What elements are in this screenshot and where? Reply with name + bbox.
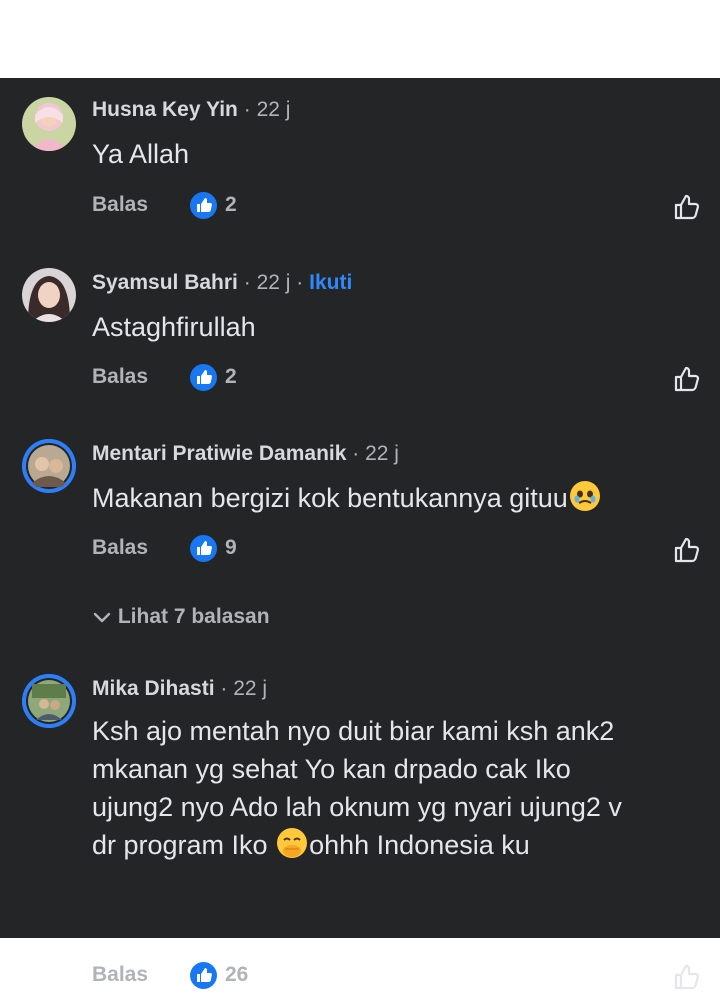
chevron-down-icon — [93, 612, 111, 623]
comment-header: Mentari Pratiwie Damanik · 22 j — [92, 442, 399, 465]
reaction-summary[interactable]: 2 — [190, 362, 237, 392]
view-replies-label: Lihat 7 balasan — [117, 605, 270, 628]
comment-actions: Balas 2 — [92, 190, 702, 220]
comment-actions: Balas 2 — [92, 362, 702, 392]
author-name[interactable]: Mentari Pratiwie Damanik — [92, 442, 346, 465]
view-replies-link[interactable]: Lihat 7 balasan — [92, 602, 270, 632]
face-with-hand-over-mouth-icon — [277, 828, 308, 858]
comments-panel: Husna Key Yin · 22 j Ya Allah Balas 2 Sy… — [0, 78, 720, 990]
comment-text: Ksh ajo mentah nyo duit biar kami ksh an… — [92, 716, 622, 860]
comment-header: Mika Dihasti · 22 j — [92, 677, 268, 700]
comment-header: Husna Key Yin · 22 j — [92, 98, 291, 121]
timestamp[interactable]: 22 j — [233, 677, 267, 700]
comment-text: Makanan bergizi kok bentukannya gituu — [92, 479, 692, 517]
comment-actions: Balas 26 — [92, 960, 702, 990]
thumbs-up-icon — [190, 534, 217, 562]
like-button-icon[interactable] — [672, 192, 702, 222]
like-button-icon[interactable] — [672, 364, 702, 394]
avatar[interactable] — [22, 268, 76, 322]
like-count: 26 — [225, 963, 249, 986]
comment-text: Ya Allah — [92, 139, 190, 169]
reply-button[interactable]: Balas — [92, 533, 148, 563]
thumbs-up-icon — [190, 191, 217, 219]
reaction-summary[interactable]: 9 — [190, 533, 237, 563]
thumbs-up-icon — [190, 961, 217, 989]
timestamp[interactable]: 22 j — [365, 442, 399, 465]
timestamp[interactable]: 22 j — [257, 271, 291, 294]
reply-button[interactable]: Balas — [92, 362, 148, 392]
top-blank-area — [0, 0, 720, 78]
author-name[interactable]: Mika Dihasti — [92, 677, 215, 700]
comment-header: Syamsul Bahri · 22 j · Ikuti — [92, 271, 353, 294]
timestamp[interactable]: 22 j — [257, 98, 291, 121]
comment-actions: Balas 9 — [92, 533, 702, 563]
avatar[interactable] — [22, 97, 76, 151]
like-button-icon[interactable] — [672, 535, 702, 565]
reaction-summary[interactable]: 26 — [190, 960, 248, 990]
like-count: 2 — [225, 365, 237, 388]
thumbs-up-icon — [190, 363, 217, 391]
reply-button[interactable]: Balas — [92, 190, 148, 220]
author-name[interactable]: Syamsul Bahri — [92, 271, 238, 294]
like-count: 2 — [225, 193, 237, 216]
face-holding-back-tears-icon — [569, 481, 600, 511]
comment-text: Astaghfirullah — [92, 312, 256, 342]
reaction-summary[interactable]: 2 — [190, 190, 237, 220]
like-button-icon[interactable] — [672, 962, 702, 992]
avatar[interactable] — [22, 674, 76, 728]
reply-button[interactable]: Balas — [92, 960, 148, 990]
avatar[interactable] — [22, 439, 76, 493]
author-name[interactable]: Husna Key Yin — [92, 98, 238, 121]
like-count: 9 — [225, 536, 237, 559]
follow-button[interactable]: Ikuti — [309, 271, 352, 294]
